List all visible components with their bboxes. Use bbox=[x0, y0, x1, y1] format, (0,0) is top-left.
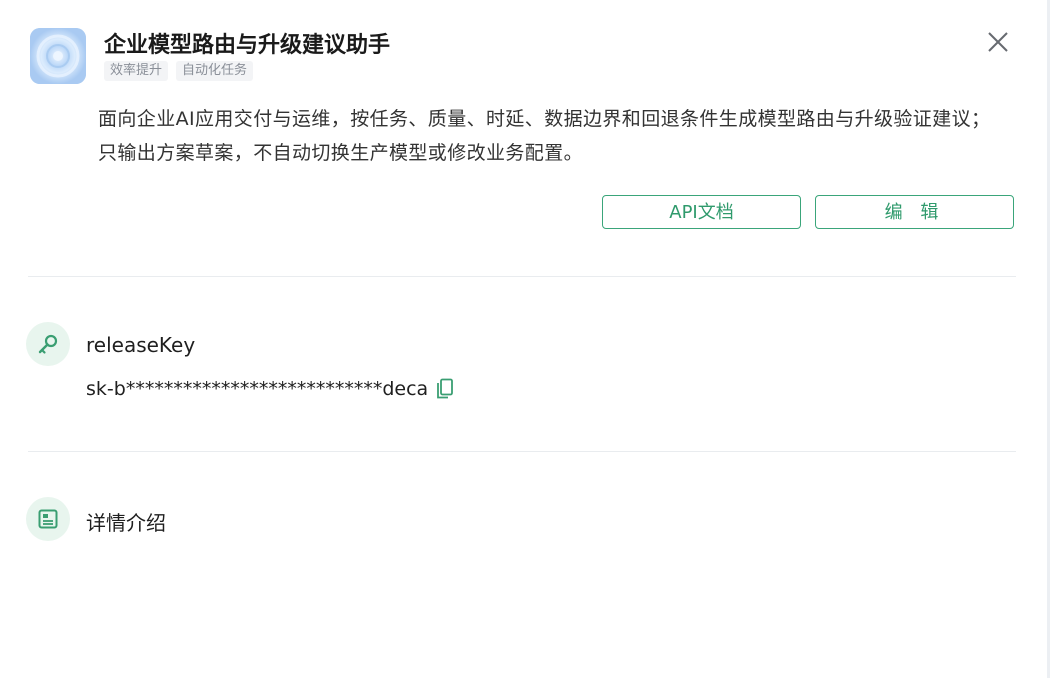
app-title: 企业模型路由与升级建议助手 bbox=[104, 33, 391, 58]
details-title: 详情介绍 bbox=[86, 511, 166, 535]
release-key-value: sk-b***************************deca bbox=[86, 378, 429, 400]
divider bbox=[28, 451, 1016, 452]
app-detail-panel: 企业模型路由与升级建议助手 效率提升 自动化任务 面向企业AI应用交付与运维，按… bbox=[0, 0, 1050, 678]
tag-automation: 自动化任务 bbox=[176, 61, 254, 81]
copy-icon[interactable] bbox=[436, 378, 454, 400]
release-key-title: releaseKey bbox=[86, 333, 196, 357]
app-description: 面向企业AI应用交付与运维，按任务、质量、时延、数据边界和回退条件生成模型路由与… bbox=[98, 108, 991, 164]
tag-list: 效率提升 自动化任务 bbox=[104, 61, 254, 81]
edit-button[interactable]: 编 辑 bbox=[815, 195, 1014, 229]
app-avatar-icon bbox=[30, 28, 86, 84]
key-icon bbox=[26, 322, 70, 366]
close-button[interactable] bbox=[984, 28, 1012, 56]
document-icon bbox=[26, 497, 70, 541]
divider bbox=[28, 276, 1016, 277]
close-icon[interactable] bbox=[984, 28, 1012, 56]
api-docs-button[interactable]: API文档 bbox=[602, 195, 801, 229]
tag-efficiency: 效率提升 bbox=[104, 61, 169, 81]
release-key-row: sk-b***************************deca bbox=[86, 378, 454, 400]
